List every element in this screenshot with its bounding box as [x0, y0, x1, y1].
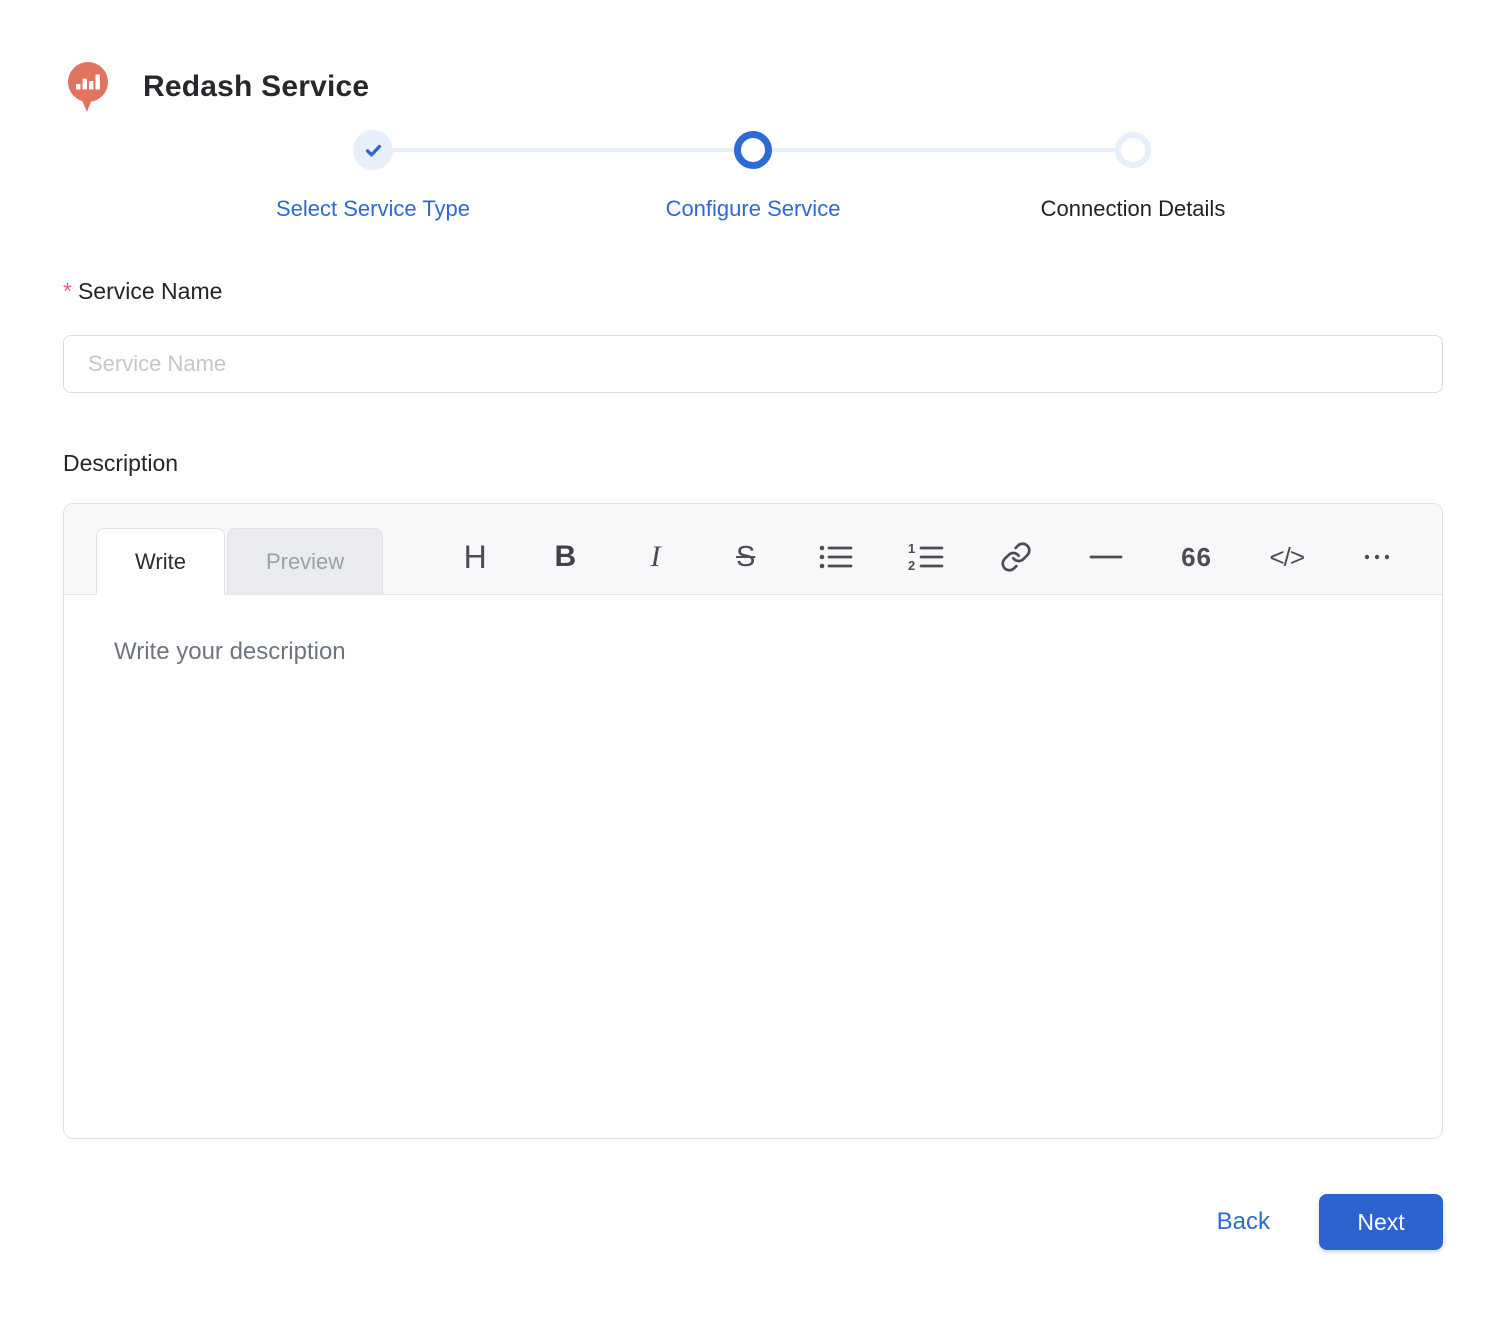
- page-title: Redash Service: [143, 70, 369, 104]
- svg-text:2: 2: [908, 558, 915, 572]
- description-textarea[interactable]: Write your description: [64, 595, 1442, 1138]
- code-button[interactable]: </>: [1267, 535, 1307, 579]
- back-button[interactable]: Back: [1217, 1208, 1270, 1236]
- step-configure-service[interactable]: Configure Service: [563, 130, 943, 222]
- check-icon: [364, 141, 383, 160]
- heading-button[interactable]: H: [455, 535, 495, 579]
- preview-tab[interactable]: Preview: [227, 528, 383, 595]
- link-icon: [1000, 541, 1032, 573]
- editor-header: Write Preview H B I S: [64, 504, 1442, 595]
- more-icon: [1361, 543, 1393, 571]
- quote-button[interactable]: 66: [1177, 535, 1217, 579]
- horizontal-rule-icon: [1089, 543, 1123, 571]
- code-icon: </>: [1269, 542, 1304, 573]
- bold-button[interactable]: B: [545, 535, 585, 579]
- app-header: Redash Service: [63, 60, 1443, 114]
- editor-tabs: Write Preview: [96, 528, 383, 595]
- step-label: Configure Service: [666, 196, 841, 222]
- horizontal-rule-button[interactable]: [1086, 535, 1126, 579]
- next-button[interactable]: Next: [1319, 1194, 1443, 1250]
- service-name-label-text: Service Name: [78, 278, 222, 304]
- step-completed-circle: [353, 130, 393, 170]
- svg-text:1: 1: [908, 542, 915, 556]
- step-label: Select Service Type: [276, 196, 470, 222]
- step-select-service-type[interactable]: Select Service Type: [183, 130, 563, 222]
- step-connection-details[interactable]: Connection Details: [943, 130, 1323, 222]
- description-editor: Write Preview H B I S: [63, 503, 1443, 1139]
- step-label: Connection Details: [1041, 196, 1226, 222]
- step-circle-row: [734, 130, 772, 170]
- italic-icon: I: [651, 540, 661, 574]
- stepper: Select Service Type Configure Service Co…: [183, 130, 1323, 222]
- service-name-input[interactable]: [63, 335, 1443, 393]
- strikethrough-button[interactable]: S: [726, 535, 766, 579]
- description-label: Description: [63, 450, 1443, 477]
- step-circle-row: [353, 130, 393, 170]
- editor-toolbar: H B I S: [455, 504, 1397, 594]
- link-button[interactable]: [996, 535, 1036, 579]
- step-active-circle: [734, 131, 772, 169]
- footer-actions: Back Next: [63, 1194, 1443, 1250]
- strikethrough-icon: S: [736, 541, 755, 574]
- step-circle-row: [1115, 130, 1151, 170]
- unordered-list-button[interactable]: [816, 535, 856, 579]
- configure-service-page: Redash Service Select Service Type Confi…: [0, 0, 1506, 1328]
- write-tab[interactable]: Write: [96, 528, 225, 595]
- quote-icon: 66: [1181, 542, 1212, 573]
- unordered-list-icon: [819, 543, 853, 571]
- italic-button[interactable]: I: [636, 535, 676, 579]
- redash-logo-icon: [63, 60, 113, 114]
- ordered-list-button[interactable]: 1 2: [906, 535, 946, 579]
- more-button[interactable]: [1357, 535, 1397, 579]
- description-placeholder: Write your description: [114, 638, 1392, 666]
- ordered-list-icon: 1 2: [908, 542, 944, 572]
- required-asterisk: *: [63, 278, 72, 304]
- step-upcoming-circle: [1115, 132, 1151, 168]
- service-name-label: *Service Name: [63, 278, 1443, 305]
- heading-icon: H: [464, 539, 487, 576]
- bold-icon: B: [555, 540, 577, 574]
